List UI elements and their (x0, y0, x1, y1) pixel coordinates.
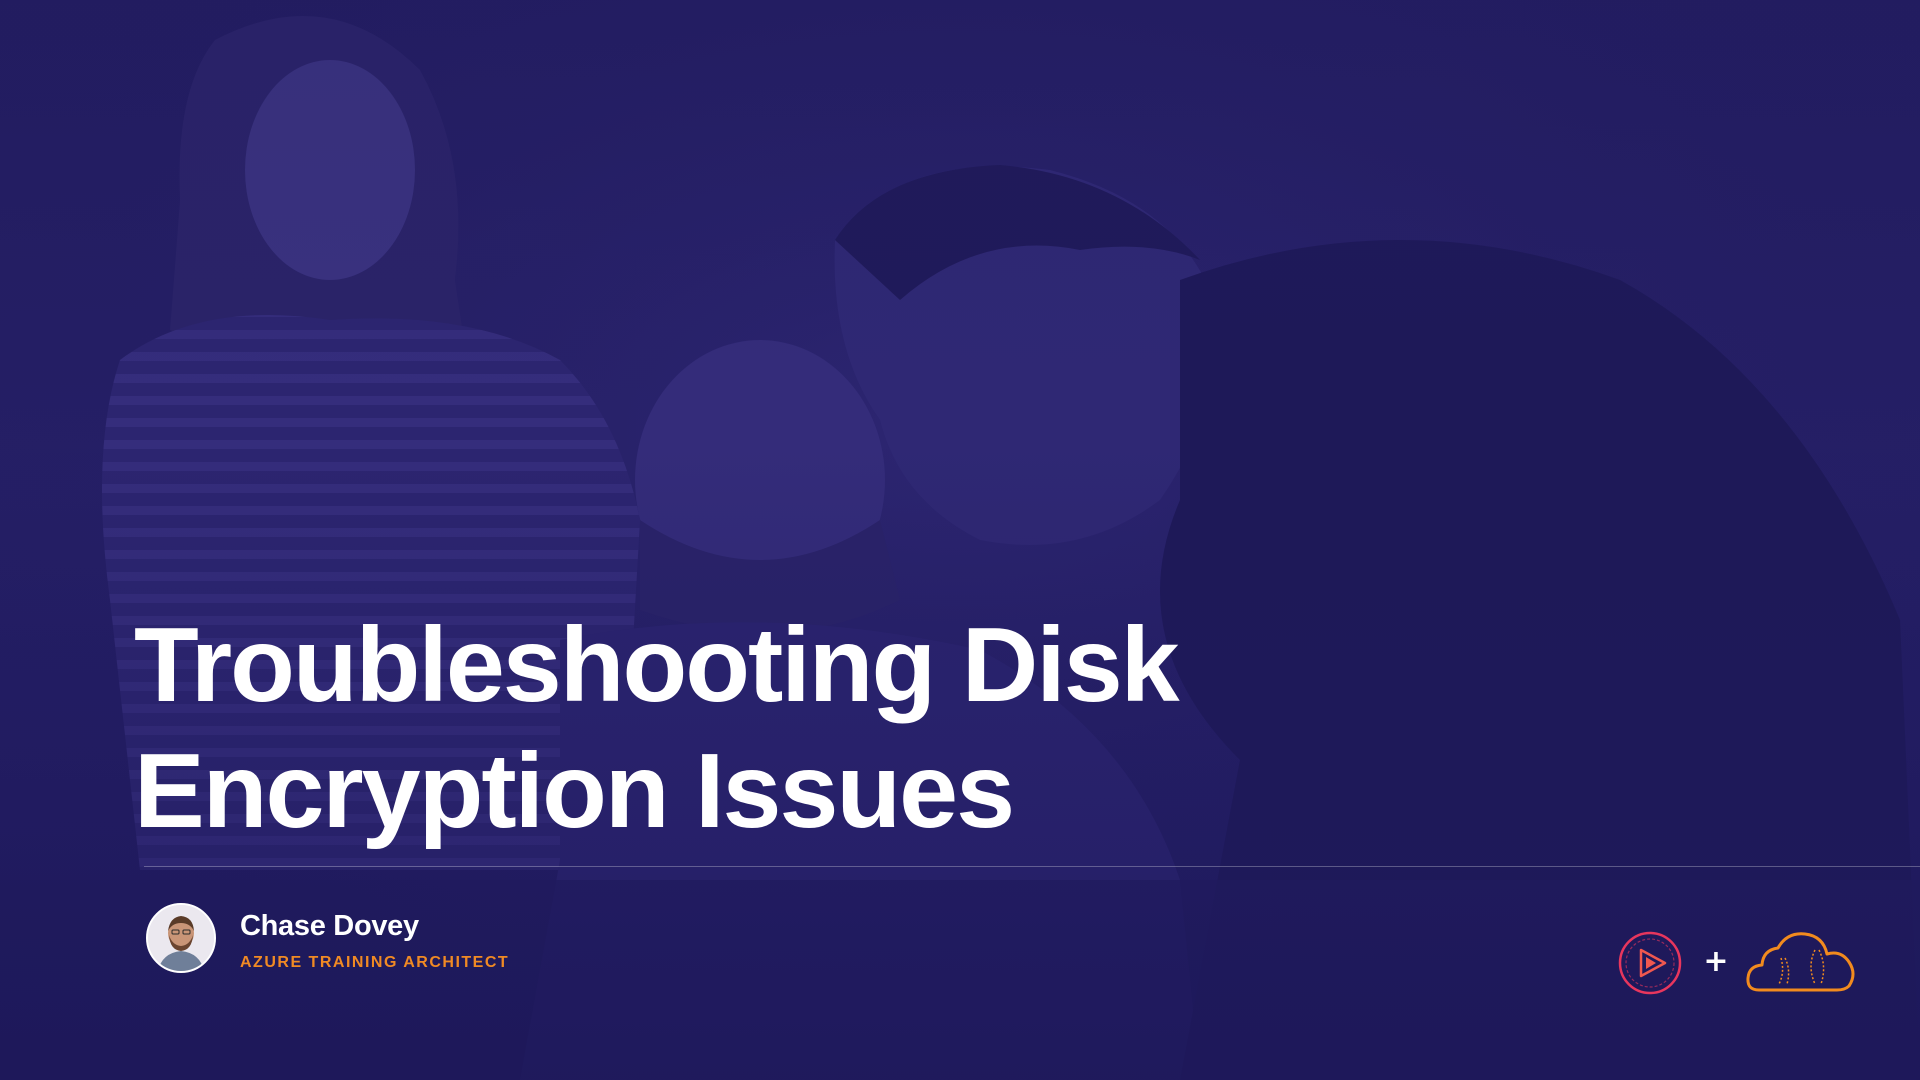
divider-line (144, 866, 1920, 867)
pluralsight-play-logo-icon (1618, 931, 1682, 995)
presenter-name: Chase Dovey (240, 910, 419, 942)
title-line-1: Troubleshooting Disk (134, 606, 1180, 724)
avatar-icon (148, 905, 214, 971)
presenter-role: AZURE TRAINING ARCHITECT (240, 954, 510, 971)
cloud-guru-cloud-logo-icon (1746, 932, 1855, 992)
title-line-2: Encryption Issues (134, 732, 1015, 850)
plus-sign: + (1703, 944, 1729, 979)
slide-title: Troubleshooting Disk Encryption Issues (134, 602, 1634, 854)
presenter-avatar (146, 903, 216, 973)
title-slide: Troubleshooting Disk Encryption Issues C… (0, 0, 1920, 1080)
